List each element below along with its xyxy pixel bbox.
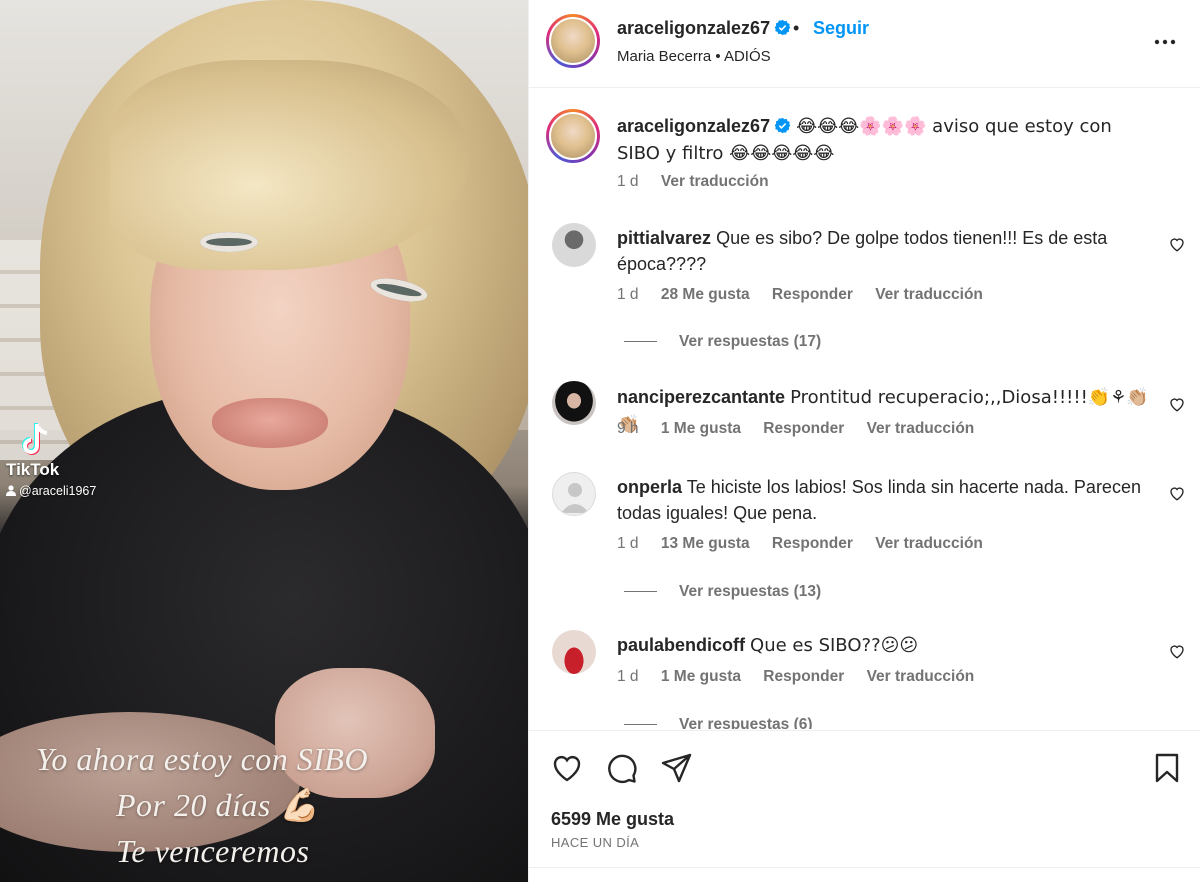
translate-link[interactable]: Ver traducción [867, 420, 975, 437]
comment-likes[interactable]: 13 Me gusta [661, 535, 750, 552]
view-replies-button[interactable]: Ver respuestas (13) [624, 583, 821, 601]
commenter-username[interactable]: paulabendicoff [617, 635, 745, 655]
replies-line [624, 591, 657, 593]
verified-badge-icon [774, 117, 791, 134]
post-header: araceligonzalez67 • Seguir Maria Becerra… [529, 0, 1200, 88]
more-options-icon[interactable] [1151, 28, 1179, 56]
comment-meta: 1 d 13 Me gusta Responder Ver traducción [617, 535, 1001, 553]
comment-like-heart-icon[interactable] [1168, 395, 1186, 413]
view-replies-button[interactable]: Ver respuestas (6) [624, 716, 813, 729]
comment-time: 1 d [617, 535, 639, 552]
comments-list[interactable]: araceligonzalez67 😂😂😂🌸🌸🌸 aviso que estoy… [529, 89, 1200, 729]
tiktok-watermark: TikTok @araceli1967 [6, 422, 126, 498]
reply-button[interactable]: Responder [763, 420, 844, 437]
post-details-panel: araceligonzalez67 • Seguir Maria Becerra… [528, 0, 1200, 882]
caption-time: 1 d [617, 173, 639, 190]
reply-button[interactable]: Responder [772, 535, 853, 552]
commenter-avatar[interactable] [552, 472, 596, 516]
replies-line [624, 724, 657, 726]
lips [212, 398, 328, 448]
caption-username[interactable]: araceligonzalez67 [617, 116, 770, 136]
overlay-line-3: Te venceremos [116, 833, 310, 869]
tiktok-logo-icon [22, 423, 48, 455]
comment-text: paulabendicoff Que es SIBO??😕😕 [617, 632, 1157, 659]
author-avatar[interactable] [546, 14, 600, 68]
audio-track-link[interactable]: Maria Becerra • ADIÓS [617, 48, 771, 65]
comment-meta: 1 d 1 Me gusta Responder Ver traducción [617, 668, 992, 686]
bookmark-icon[interactable] [1150, 751, 1184, 785]
commenter-avatar[interactable] [552, 381, 596, 425]
view-replies-button[interactable]: Ver respuestas (17) [624, 333, 821, 351]
comment-body: Te hiciste los labios! Sos linda sin hac… [617, 477, 1141, 523]
reply-button[interactable]: Responder [763, 668, 844, 685]
tiktok-brand: TikTok [6, 460, 60, 479]
commenter-avatar[interactable] [552, 223, 596, 267]
comment-likes[interactable]: 28 Me gusta [661, 286, 750, 303]
author-username[interactable]: araceligonzalez67 [617, 18, 791, 39]
comment-like-heart-icon[interactable] [1168, 235, 1186, 253]
tiktok-handle: @araceli1967 [6, 484, 126, 498]
comment-likes[interactable]: 1 Me gusta [661, 668, 741, 685]
translate-link[interactable]: Ver traducción [867, 668, 975, 685]
comment-like-heart-icon[interactable] [1168, 484, 1186, 502]
commenter-avatar[interactable] [552, 630, 596, 674]
share-icon[interactable] [660, 751, 694, 785]
caption-meta: 1 d Ver traducción [617, 173, 787, 191]
comment-body: Que es SIBO??😕😕 [750, 635, 919, 656]
commenter-username[interactable]: onperla [617, 477, 682, 497]
comment-time: 1 d [617, 668, 639, 685]
comment-time: 9 h [617, 420, 639, 437]
follow-button[interactable]: Seguir [813, 18, 869, 39]
commenter-username[interactable]: pittialvarez [617, 228, 711, 248]
header-separator: • [793, 18, 800, 38]
comment-like-heart-icon[interactable] [1168, 642, 1186, 660]
comment-time: 1 d [617, 286, 639, 303]
overlay-line-1: Yo ahora estoy con SIBO [36, 741, 369, 777]
post-likes-count[interactable]: 6599 Me gusta [551, 809, 674, 830]
translate-link[interactable]: Ver traducción [875, 286, 983, 303]
replies-line [624, 341, 657, 343]
divider [529, 867, 1200, 868]
default-avatar-icon [561, 483, 589, 513]
caption-translate-link[interactable]: Ver traducción [661, 173, 769, 190]
heart-icon[interactable] [550, 751, 584, 785]
comment-icon[interactable] [605, 751, 639, 785]
translate-link[interactable]: Ver traducción [875, 535, 983, 552]
video-text-overlay: Yo ahora estoy con SIBO Por 20 días 💪🏻 T… [36, 736, 506, 874]
verified-badge-icon [774, 19, 791, 36]
comment-meta: 1 d 28 Me gusta Responder Ver traducción [617, 286, 1001, 304]
post-actions-bar: 6599 Me gusta HACE UN DÍA [529, 730, 1200, 882]
post-date: HACE UN DÍA [551, 835, 640, 850]
commenter-username[interactable]: nanciperezcantante [617, 387, 785, 407]
caption-text: araceligonzalez67 😂😂😂🌸🌸🌸 aviso que estoy… [617, 113, 1157, 167]
caption-avatar[interactable] [546, 109, 600, 163]
comment-text: onperla Te hiciste los labios! Sos linda… [617, 474, 1157, 526]
comment-text: pittialvarez Que es sibo? De golpe todos… [617, 225, 1157, 277]
left-eye [200, 232, 258, 252]
comment-meta: 9 h 1 Me gusta Responder Ver traducción [617, 420, 992, 438]
reply-button[interactable]: Responder [772, 286, 853, 303]
comment-likes[interactable]: 1 Me gusta [661, 420, 741, 437]
person-icon [6, 485, 16, 496]
overlay-line-2: Por 20 días 💪🏻 [116, 787, 320, 823]
post-media[interactable]: TikTok @araceli1967 Yo ahora estoy con S… [0, 0, 528, 882]
